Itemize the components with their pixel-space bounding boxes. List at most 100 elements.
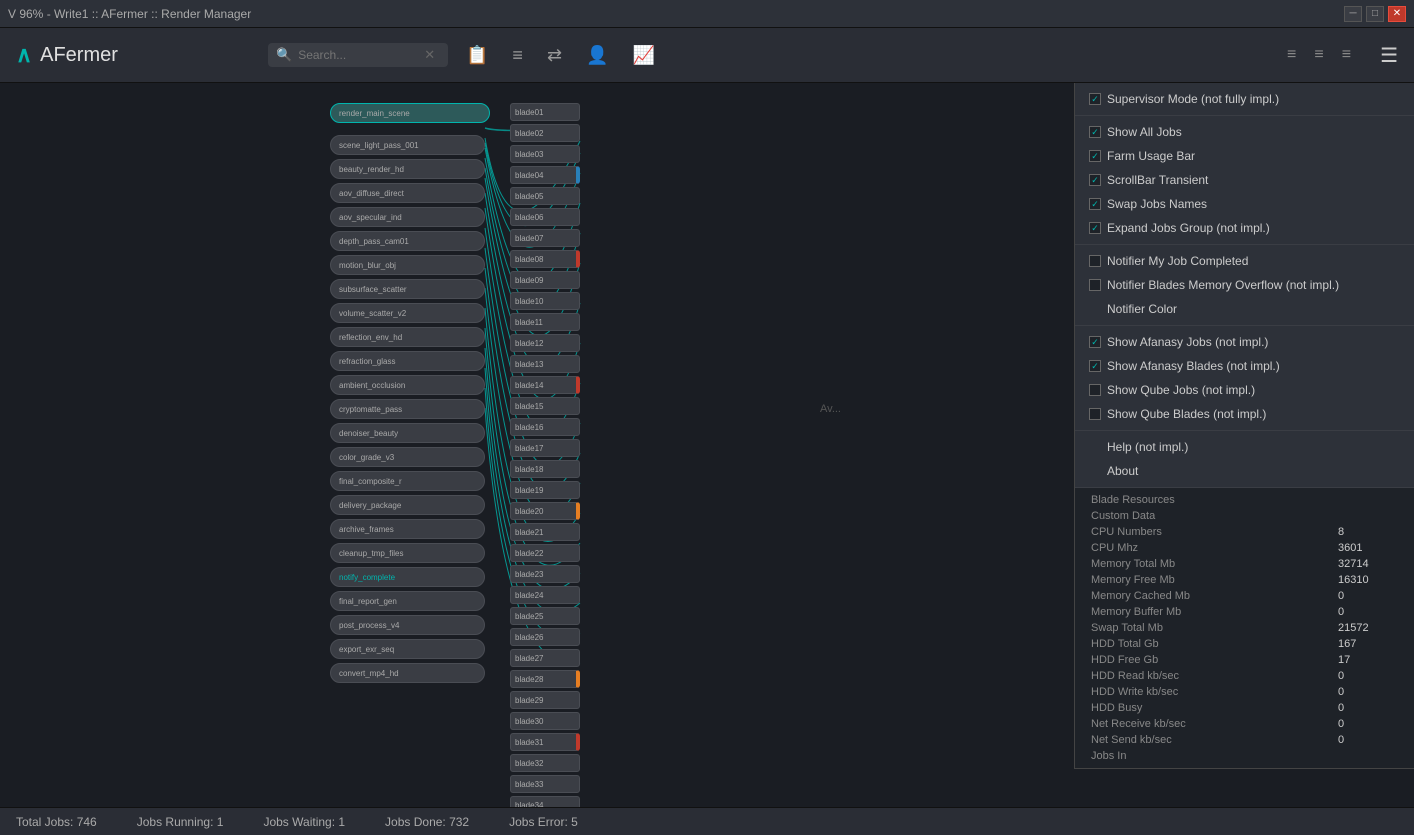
list-item[interactable]: blade14 [510, 376, 580, 394]
list-item[interactable]: blade32 [510, 754, 580, 772]
list-item[interactable]: blade20 [510, 502, 580, 520]
align-right-button[interactable]: ≡ [1337, 43, 1356, 67]
menu-item-show-afanasy-blades[interactable]: Show Afanasy Blades (not impl.) [1075, 354, 1414, 378]
list-item[interactable]: blade18 [510, 460, 580, 478]
restore-button[interactable]: □ [1366, 6, 1384, 22]
close-button[interactable]: ✕ [1388, 6, 1406, 22]
menu-item-show-all-jobs[interactable]: Show All Jobs [1075, 120, 1414, 144]
info-value-hdd-write: 0 [1338, 686, 1398, 698]
list-item[interactable]: cryptomatte_pass [330, 399, 485, 419]
list-item[interactable]: volume_scatter_v2 [330, 303, 485, 323]
align-left-button[interactable]: ≡ [1282, 43, 1301, 67]
toolbar-right: ≡ ≡ ≡ ☰ [1282, 43, 1398, 68]
menu-item-notifier-color[interactable]: Notifier Color [1075, 297, 1414, 321]
list-item[interactable]: blade19 [510, 481, 580, 499]
menu-item-notifier-blades-memory[interactable]: Notifier Blades Memory Overflow (not imp… [1075, 273, 1414, 297]
list-item[interactable]: subsurface_scatter [330, 279, 485, 299]
list-item[interactable]: blade10 [510, 292, 580, 310]
list-item[interactable]: blade04 [510, 166, 580, 184]
list-item[interactable]: blade07 [510, 229, 580, 247]
list-item[interactable]: aov_diffuse_direct [330, 183, 485, 203]
info-label-memory-buffer: Memory Buffer Mb [1091, 606, 1181, 618]
clear-search-icon[interactable]: ✕ [424, 47, 435, 63]
list-item[interactable]: post_process_v4 [330, 615, 485, 635]
list-item[interactable]: blade26 [510, 628, 580, 646]
chart-icon-button[interactable]: 📈 [626, 41, 660, 70]
align-center-button[interactable]: ≡ [1309, 43, 1328, 67]
list-item[interactable]: blade31 [510, 733, 580, 751]
menu-item-show-qube-blades[interactable]: Show Qube Blades (not impl.) [1075, 402, 1414, 426]
list-item[interactable]: blade11 [510, 313, 580, 331]
list-item[interactable]: denoiser_beauty [330, 423, 485, 443]
list-item[interactable]: refraction_glass [330, 351, 485, 371]
list-item[interactable]: color_grade_v3 [330, 447, 485, 467]
list-item[interactable]: ambient_occlusion [330, 375, 485, 395]
list-item[interactable]: export_exr_seq [330, 639, 485, 659]
window-controls: ─ □ ✕ [1344, 6, 1406, 22]
list-item[interactable]: blade21 [510, 523, 580, 541]
list-item[interactable]: blade15 [510, 397, 580, 415]
menu-item-notifier-my-job[interactable]: Notifier My Job Completed [1075, 249, 1414, 273]
list-item[interactable]: final_report_gen [330, 591, 485, 611]
list-item[interactable]: blade17 [510, 439, 580, 457]
list-item[interactable]: beauty_render_hd [330, 159, 485, 179]
search-container[interactable]: 🔍 ✕ [268, 43, 448, 67]
list-item[interactable]: blade01 [510, 103, 580, 121]
list-item[interactable]: blade05 [510, 187, 580, 205]
list-item[interactable]: blade06 [510, 208, 580, 226]
menu-item-about[interactable]: About [1075, 459, 1414, 483]
right-job-column: blade01 blade02 blade03 blade04 blade05 … [510, 103, 580, 807]
list-item[interactable]: blade23 [510, 565, 580, 583]
list-item[interactable]: motion_blur_obj [330, 255, 485, 275]
list-item[interactable]: blade09 [510, 271, 580, 289]
menu-item-scrollbar-transient[interactable]: ScrollBar Transient [1075, 168, 1414, 192]
list-item[interactable]: blade02 [510, 124, 580, 142]
list-item[interactable]: scene_light_pass_001 [330, 135, 485, 155]
status-jobs-error: Jobs Error: 5 [509, 815, 578, 829]
menu-button[interactable]: ☰ [1380, 43, 1398, 68]
list-item[interactable]: blade27 [510, 649, 580, 667]
list-item[interactable]: blade03 [510, 145, 580, 163]
list-item[interactable]: convert_mp4_hd [330, 663, 485, 683]
list-item[interactable]: delivery_package [330, 495, 485, 515]
list-item[interactable]: blade16 [510, 418, 580, 436]
minimize-button[interactable]: ─ [1344, 6, 1362, 22]
checkbox-notifier-blades-memory [1089, 279, 1101, 291]
list-item[interactable]: blade24 [510, 586, 580, 604]
list-item[interactable]: blade29 [510, 691, 580, 709]
menu-item-swap-jobs-names[interactable]: Swap Jobs Names [1075, 192, 1414, 216]
menu-item-show-qube-jobs[interactable]: Show Qube Jobs (not impl.) [1075, 378, 1414, 402]
clipboard-icon-button[interactable]: 📋 [460, 41, 494, 70]
search-input[interactable] [298, 48, 418, 62]
person-icon-button[interactable]: 👤 [580, 41, 614, 70]
list-item[interactable]: blade25 [510, 607, 580, 625]
share-icon-button[interactable]: ⇄ [541, 41, 568, 70]
info-value-hdd-read: 0 [1338, 670, 1398, 682]
menu-item-show-afanasy-jobs[interactable]: Show Afanasy Jobs (not impl.) [1075, 330, 1414, 354]
menu-item-expand-jobs-group[interactable]: Expand Jobs Group (not impl.) [1075, 216, 1414, 240]
list-item[interactable]: aov_specular_ind [330, 207, 485, 227]
info-label-custom-data: Custom Data [1091, 510, 1155, 522]
list-item[interactable]: cleanup_tmp_files [330, 543, 485, 563]
list-item[interactable]: blade12 [510, 334, 580, 352]
list-item[interactable]: blade30 [510, 712, 580, 730]
menu-item-help[interactable]: Help (not impl.) [1075, 435, 1414, 459]
info-label-memory-cached: Memory Cached Mb [1091, 590, 1190, 602]
list-item[interactable]: blade22 [510, 544, 580, 562]
list-icon-button[interactable]: ≡ [506, 41, 529, 70]
list-item[interactable]: blade08 [510, 250, 580, 268]
menu-item-supervisor-mode[interactable]: Supervisor Mode (not fully impl.) [1075, 87, 1414, 111]
job-node-top[interactable]: render_main_scene [330, 103, 490, 123]
menu-label-show-all-jobs: Show All Jobs [1107, 125, 1182, 139]
list-item[interactable]: final_composite_r [330, 471, 485, 491]
list-item[interactable]: reflection_env_hd [330, 327, 485, 347]
list-item[interactable]: archive_frames [330, 519, 485, 539]
list-item[interactable]: notify_complete [330, 567, 485, 587]
menu-item-farm-usage-bar[interactable]: Farm Usage Bar [1075, 144, 1414, 168]
list-item[interactable]: blade33 [510, 775, 580, 793]
list-item[interactable]: depth_pass_cam01 [330, 231, 485, 251]
list-item[interactable]: blade28 [510, 670, 580, 688]
info-label-cpu-mhz: CPU Mhz [1091, 542, 1138, 554]
list-item[interactable]: blade34 [510, 796, 580, 807]
list-item[interactable]: blade13 [510, 355, 580, 373]
